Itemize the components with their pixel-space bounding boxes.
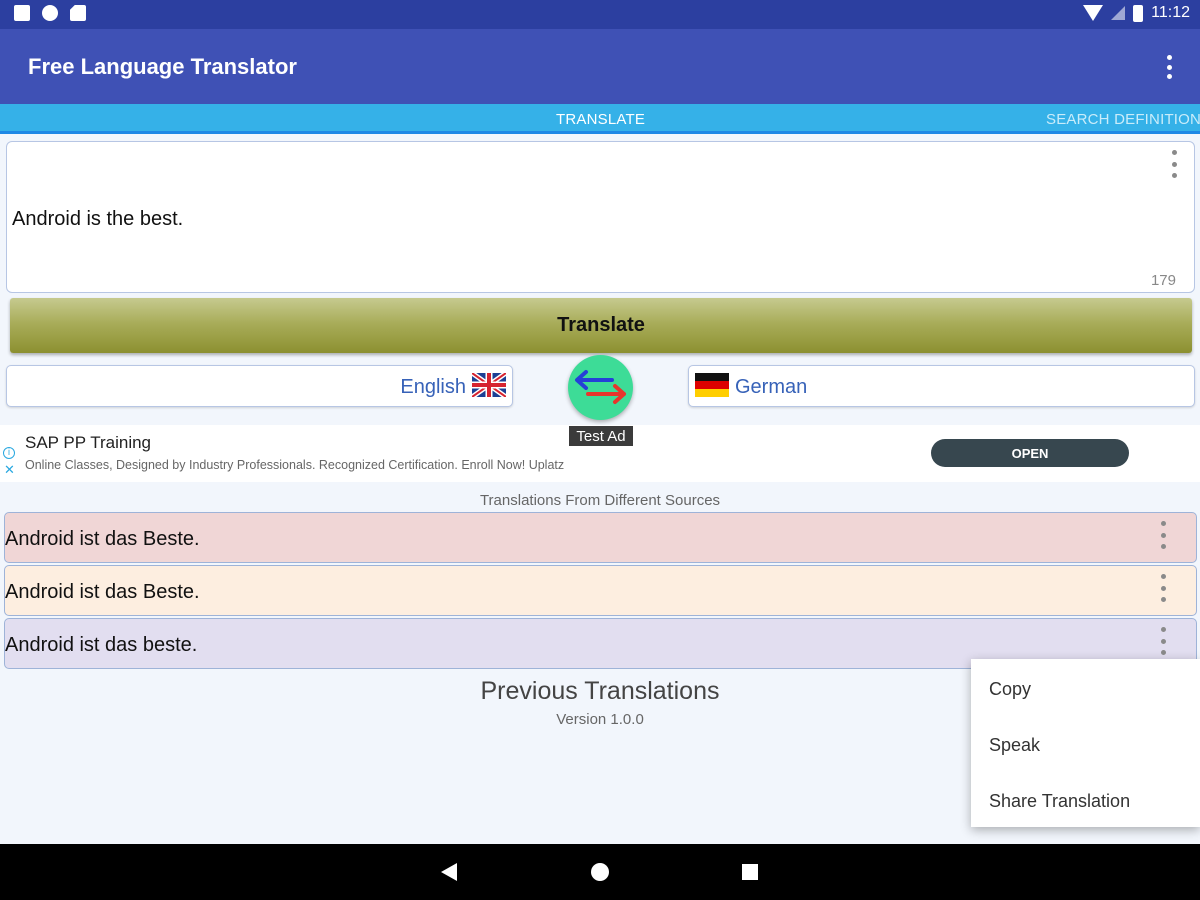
result-more-icon[interactable] <box>1160 521 1166 549</box>
ad-title: SAP PP Training <box>25 433 152 452</box>
translation-result-text: Android ist das beste. <box>5 634 198 656</box>
char-count: 179 <box>1150 272 1176 289</box>
notification-app-icon <box>14 5 30 21</box>
ad-info-icon[interactable]: i <box>3 447 15 459</box>
ad-open-button[interactable]: OPEN <box>931 439 1129 467</box>
app-toolbar: Free Language Translator <box>0 29 1200 104</box>
system-nav-bar <box>0 844 1200 900</box>
translation-result-text: Android ist das Beste. <box>5 528 200 550</box>
target-language-selector[interactable]: German <box>688 365 1195 407</box>
menu-item-share-translation[interactable]: Share Translation <box>989 791 1130 812</box>
source-language-label: English <box>400 376 466 398</box>
input-more-icon[interactable] <box>1171 150 1177 178</box>
source-text[interactable]: Android is the best. <box>12 208 183 231</box>
translation-result-text: Android ist das Beste. <box>5 581 200 603</box>
translation-result-card[interactable]: Android ist das Beste. <box>4 512 1197 563</box>
result-more-icon[interactable] <box>1160 627 1166 655</box>
tab-translate[interactable]: TRANSLATE <box>556 111 645 128</box>
tab-bar: TRANSLATE SEARCH DEFINITION <box>0 104 1200 134</box>
germany-flag-icon <box>695 373 729 397</box>
status-notification-icons <box>14 5 86 21</box>
back-icon[interactable] <box>441 863 457 881</box>
home-icon[interactable] <box>591 863 609 881</box>
swap-arrows-icon <box>575 370 626 404</box>
test-ad-tag: Test Ad <box>568 425 634 447</box>
result-more-icon[interactable] <box>1160 574 1166 602</box>
battery-icon <box>1133 4 1144 22</box>
menu-item-copy[interactable]: Copy <box>989 679 1031 700</box>
app-title: Free Language Translator <box>28 54 297 79</box>
ad-close-icon[interactable]: ✕ <box>4 463 15 476</box>
signal-icon <box>1111 6 1126 20</box>
tab-search-definition[interactable]: SEARCH DEFINITION <box>1046 111 1200 128</box>
translate-button[interactable]: Translate <box>10 298 1192 353</box>
notification-circle-icon <box>42 5 58 21</box>
status-bar: 11:12 <box>0 0 1200 29</box>
sd-card-icon <box>70 5 86 21</box>
overflow-menu-icon[interactable] <box>1166 55 1172 79</box>
wifi-icon <box>1083 5 1104 21</box>
translation-result-card[interactable]: Android ist das Beste. <box>4 565 1197 616</box>
recents-icon[interactable] <box>742 864 758 880</box>
menu-item-speak[interactable]: Speak <box>989 735 1040 756</box>
status-time: 11:12 <box>1151 4 1190 21</box>
target-language-label: German <box>735 376 808 398</box>
sources-heading: Translations From Different Sources <box>479 492 721 509</box>
uk-flag-icon <box>472 373 506 397</box>
result-context-menu: Copy Speak Share Translation <box>971 659 1200 827</box>
status-system-icons: 11:12 <box>1083 4 1190 22</box>
source-text-input[interactable]: Android is the best. 179 <box>6 141 1195 293</box>
swap-languages-button[interactable] <box>568 355 633 420</box>
ad-description: Online Classes, Designed by Industry Pro… <box>25 458 565 472</box>
source-language-selector[interactable]: English <box>6 365 513 407</box>
